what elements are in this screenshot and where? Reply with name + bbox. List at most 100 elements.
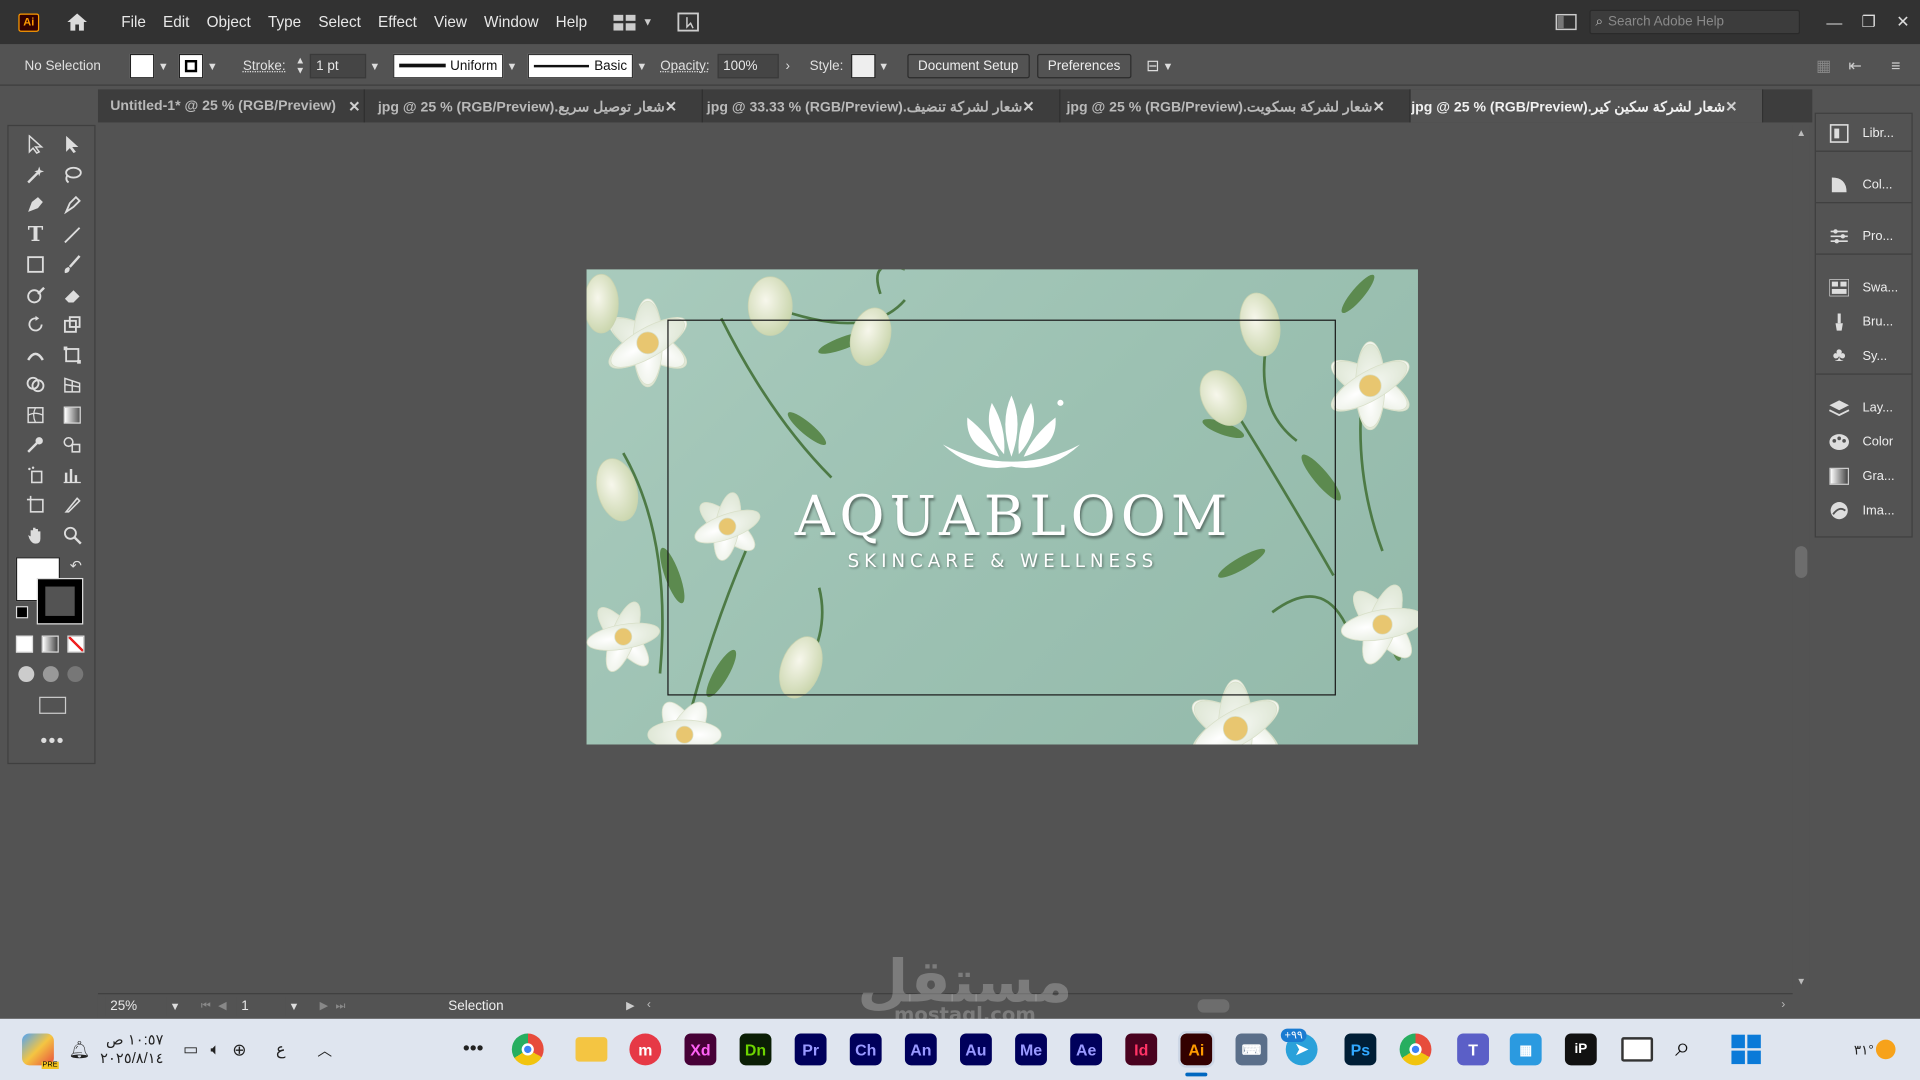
stroke-label[interactable]: Stroke: [243, 58, 286, 73]
panel-toggle-icon[interactable] [1555, 13, 1577, 31]
shape-builder-icon[interactable] [18, 372, 52, 396]
zoom-field[interactable]: 25% [105, 996, 167, 1016]
blend-tool-icon[interactable] [55, 432, 89, 456]
home-icon[interactable] [64, 9, 91, 36]
tab-document-2[interactable]: ✕ شعار توصيل سريع.jpg @ 25 % (RGB/Preview… [365, 89, 703, 123]
menu-edit[interactable]: Edit [154, 13, 198, 30]
chevron-down-icon[interactable]: ▼ [366, 59, 383, 71]
scroll-up-icon[interactable]: ▲ [1796, 127, 1806, 138]
symbol-sprayer-icon[interactable] [18, 462, 52, 486]
close-icon[interactable]: ✕ [348, 97, 360, 114]
chevron-down-icon[interactable]: ▼ [875, 59, 892, 71]
default-colors-icon[interactable] [15, 606, 29, 619]
brushes-panel-button[interactable]: Bru... [1816, 305, 1912, 339]
arrange-icon[interactable]: ▦ [1816, 56, 1831, 76]
weather-tray[interactable]: ٣١° [1854, 1019, 1896, 1080]
mesh-tool-icon[interactable] [18, 402, 52, 426]
horizontal-scrollbar[interactable]: ‹ › [647, 997, 1785, 1014]
align-icon[interactable]: ⊟ [1146, 56, 1159, 76]
tab-document-3[interactable]: ✕ شعار لشركة تنضيف.jpg @ 33.33 % (RGB/Pre… [703, 89, 1061, 123]
chevron-down-icon[interactable]: ▼ [285, 1000, 302, 1012]
draw-inside-icon[interactable] [67, 666, 84, 683]
indesign-app-icon[interactable]: Id [1125, 1033, 1158, 1066]
pen-tool-icon[interactable] [18, 192, 52, 216]
zoom-tool-icon[interactable] [55, 522, 89, 546]
variable-width-profile[interactable]: Uniform [393, 53, 504, 78]
slice-tool-icon[interactable] [55, 492, 89, 516]
line-segment-icon[interactable] [55, 222, 89, 246]
opacity-field[interactable]: 100% [716, 53, 779, 78]
none-mode-icon[interactable] [67, 635, 85, 653]
chevron-up-icon[interactable]: ︿ [317, 1039, 332, 1060]
after-effects-icon[interactable]: Ae [1070, 1033, 1103, 1066]
status-menu-icon[interactable]: ▶ [626, 999, 634, 1012]
volume-icon[interactable]: 🔈︎ [210, 1040, 220, 1060]
task-view-icon[interactable] [1621, 1037, 1654, 1062]
previous-artboard-icon[interactable]: ◀ [218, 999, 226, 1012]
premiere-app-icon[interactable]: Pr [794, 1033, 827, 1066]
tab-document-1[interactable]: Untitled-1* @ 25 % (RGB/Preview) ✕ [98, 89, 365, 123]
gradient-tool-icon[interactable] [55, 402, 89, 426]
store-app-icon[interactable]: ▦ [1509, 1033, 1542, 1066]
menu-type[interactable]: Type [259, 13, 309, 30]
file-explorer-icon[interactable] [575, 1037, 608, 1062]
scale-tool-icon[interactable] [55, 312, 89, 336]
maximize-button[interactable]: ❐ [1851, 12, 1885, 32]
brush-definition[interactable]: Basic [527, 53, 634, 78]
chevron-down-icon[interactable]: ▼ [167, 1000, 184, 1012]
scroll-down-icon[interactable]: ▼ [1796, 976, 1806, 987]
keyboard-app-icon[interactable]: ⌨ [1235, 1033, 1268, 1066]
gradient-panel-button[interactable]: Gra... [1816, 459, 1912, 493]
start-button-icon[interactable] [1731, 1034, 1761, 1065]
first-artboard-icon[interactable]: ⏮ [201, 999, 211, 1012]
photoshop-app-icon[interactable]: Ps [1344, 1033, 1377, 1066]
menu-help[interactable]: Help [547, 13, 596, 30]
width-tool-icon[interactable] [18, 342, 52, 366]
paintbrush-icon[interactable] [55, 252, 89, 276]
scroll-left-icon[interactable]: ‹ [647, 997, 651, 1010]
search-icon[interactable]: ⌕ [1675, 1031, 1690, 1063]
curvature-tool-icon[interactable] [55, 192, 89, 216]
teams-app-icon[interactable]: T [1457, 1033, 1489, 1066]
shaper-tool-icon[interactable] [18, 282, 52, 306]
eraser-icon[interactable] [55, 282, 89, 306]
draw-behind-icon[interactable] [42, 666, 59, 683]
chrome-canary-icon[interactable] [511, 1033, 544, 1066]
gradient-mode-icon[interactable] [41, 635, 59, 653]
type-tool-icon[interactable]: T [18, 222, 52, 246]
chevron-down-icon[interactable]: ▼ [633, 59, 650, 71]
arrange-documents-icon[interactable] [677, 12, 700, 32]
perspective-grid-icon[interactable] [55, 372, 89, 396]
chevron-down-icon[interactable]: ▼ [204, 59, 221, 71]
character-animator-icon[interactable]: Ch [849, 1033, 882, 1066]
color-guide-panel-button[interactable]: Col... [1816, 168, 1912, 202]
transform-icon[interactable]: ⇤ [1848, 56, 1861, 76]
chevron-down-icon[interactable]: ▼ [1159, 59, 1176, 71]
next-artboard-icon[interactable]: ▶ [320, 999, 328, 1012]
panel-menu-icon[interactable]: ≡ [1891, 56, 1900, 74]
artboard-tool-icon[interactable] [18, 492, 52, 516]
swap-icon[interactable]: ↶ [70, 557, 82, 574]
hand-tool-icon[interactable] [18, 522, 52, 546]
stroke-stepper-icon[interactable]: ▲ ▼ [295, 55, 305, 76]
menu-view[interactable]: View [425, 13, 475, 30]
tab-document-5[interactable]: ✕ شعار لشركة سكين كير.jpg @ 25 % (RGB/Pre… [1410, 89, 1764, 123]
last-artboard-icon[interactable]: ⏭ [335, 999, 345, 1012]
battery-icon[interactable]: ▭ [183, 1040, 198, 1060]
xd-app-icon[interactable]: Xd [684, 1033, 717, 1066]
symbols-panel-button[interactable]: ♣ Sy... [1816, 339, 1912, 373]
audition-app-icon[interactable]: Au [960, 1033, 992, 1066]
notification-bell-icon[interactable]: 🔔︎ [69, 1039, 91, 1060]
close-icon[interactable]: ✕ [1022, 97, 1034, 114]
more-tools-icon[interactable]: ••• [40, 731, 64, 753]
properties-panel-button[interactable]: Pro... [1816, 219, 1912, 253]
menu-window[interactable]: Window [475, 13, 547, 30]
scroll-thumb[interactable] [1795, 546, 1808, 578]
scroll-right-icon[interactable]: › [1781, 997, 1785, 1010]
weather-widget-icon[interactable]: PRE [22, 1033, 59, 1069]
workspace-switcher[interactable]: ▼ [612, 12, 700, 32]
chevron-down-icon[interactable]: ▼ [155, 59, 172, 71]
chevron-right-icon[interactable]: › [786, 58, 790, 73]
lasso-icon[interactable] [55, 162, 89, 186]
document-setup-button[interactable]: Document Setup [906, 53, 1030, 78]
